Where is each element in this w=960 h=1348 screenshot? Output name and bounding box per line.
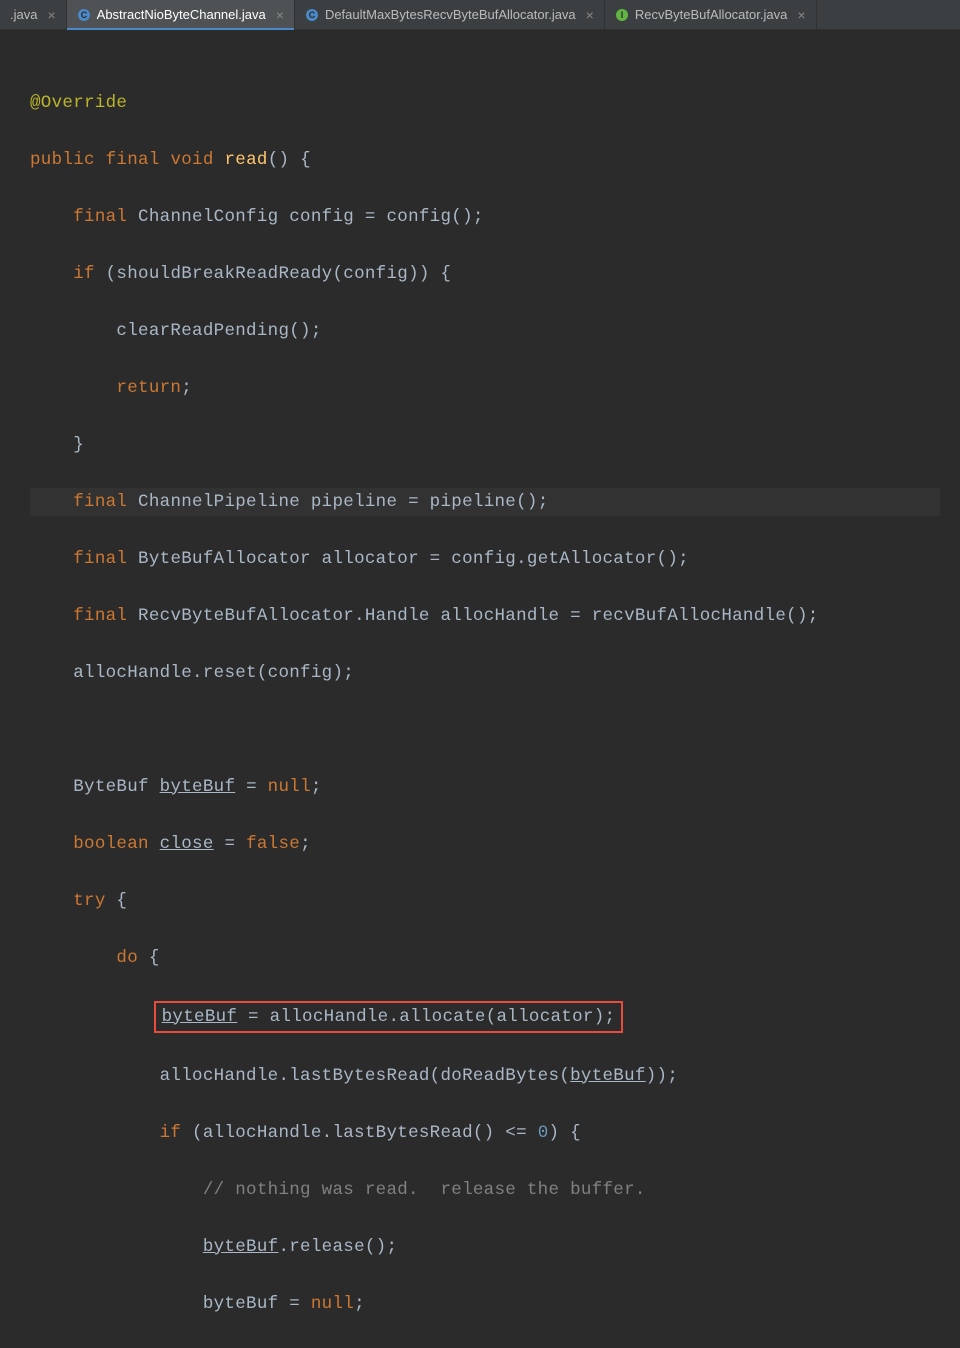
keyword: if [160, 1123, 182, 1143]
keyword: try [73, 891, 105, 911]
keyword: return [116, 378, 181, 398]
keyword: false [246, 834, 300, 854]
text: ChannelConfig config = config(); [127, 207, 483, 227]
keyword: null [311, 1294, 354, 1314]
text: (allocHandle.lastBytesRead() <= [181, 1123, 537, 1143]
close-icon[interactable]: × [276, 8, 284, 22]
tab-label: AbstractNioByteChannel.java [97, 7, 266, 22]
class-icon: C [305, 8, 319, 22]
text: ; [354, 1294, 365, 1314]
text: byteBuf = [203, 1294, 311, 1314]
text: { [106, 891, 128, 911]
keyword: final [73, 492, 127, 512]
text: clearReadPending(); [116, 321, 321, 341]
text: ChannelPipeline pipeline = pipeline(); [127, 492, 548, 512]
class-icon: C [77, 8, 91, 22]
close-icon[interactable]: × [47, 8, 55, 22]
keyword: void [170, 150, 213, 170]
variable: byteBuf [160, 777, 236, 797]
tab-label: RecvByteBufAllocator.java [635, 7, 787, 22]
tab-label: .java [10, 7, 37, 22]
keyword: final [73, 549, 127, 569]
text: ) { [549, 1123, 581, 1143]
text: (shouldBreakReadReady(config)) { [95, 264, 451, 284]
method-name: read [224, 150, 267, 170]
variable: byteBuf [162, 1007, 238, 1027]
text: RecvByteBufAllocator.Handle allocHandle … [127, 606, 818, 626]
interface-icon: I [615, 8, 629, 22]
variable: byteBuf [203, 1237, 279, 1257]
svg-text:C: C [80, 10, 87, 20]
close-icon[interactable]: × [586, 8, 594, 22]
keyword: final [73, 207, 127, 227]
text: .release(); [278, 1237, 397, 1257]
text: } [73, 435, 84, 455]
annotation: @Override [30, 93, 127, 113]
keyword: null [268, 777, 311, 797]
svg-text:I: I [621, 10, 624, 20]
close-icon[interactable]: × [797, 8, 805, 22]
keyword: public [30, 150, 95, 170]
variable: close [160, 834, 214, 854]
tab-abstract-nio[interactable]: C AbstractNioByteChannel.java × [67, 0, 295, 29]
text: allocHandle.lastBytesRead(doReadBytes( [160, 1066, 570, 1086]
tab-label: DefaultMaxBytesRecvByteBufAllocator.java [325, 7, 576, 22]
text: allocHandle.reset(config); [73, 663, 354, 683]
keyword: boolean [73, 834, 149, 854]
text: ; [311, 777, 322, 797]
text: ByteBufAllocator allocator = config.getA… [127, 549, 689, 569]
tab-recv-byte-buf[interactable]: I RecvByteBufAllocator.java × [605, 0, 817, 29]
comment: // nothing was read. release the buffer. [203, 1180, 646, 1200]
text: ; [300, 834, 311, 854]
text: ; [181, 378, 192, 398]
highlighted-line: byteBuf = allocHandle.allocate(allocator… [154, 1001, 624, 1034]
text: = allocHandle.allocate(allocator); [237, 1007, 615, 1027]
svg-text:C: C [309, 10, 316, 20]
text: () { [268, 150, 311, 170]
code-editor[interactable]: @Override public final void read() { fin… [0, 30, 960, 1348]
text: { [138, 948, 160, 968]
keyword: do [116, 948, 138, 968]
text: = [235, 777, 267, 797]
number: 0 [538, 1123, 549, 1143]
keyword: final [73, 606, 127, 626]
text: )); [646, 1066, 678, 1086]
editor-tabs: .java × C AbstractNioByteChannel.java × … [0, 0, 960, 30]
keyword: if [73, 264, 95, 284]
text: ByteBuf [73, 777, 159, 797]
keyword: final [106, 150, 160, 170]
tab-java[interactable]: .java × [0, 0, 67, 29]
text [149, 834, 160, 854]
variable: byteBuf [570, 1066, 646, 1086]
text: = [214, 834, 246, 854]
tab-default-max-bytes[interactable]: C DefaultMaxBytesRecvByteBufAllocator.ja… [295, 0, 605, 29]
